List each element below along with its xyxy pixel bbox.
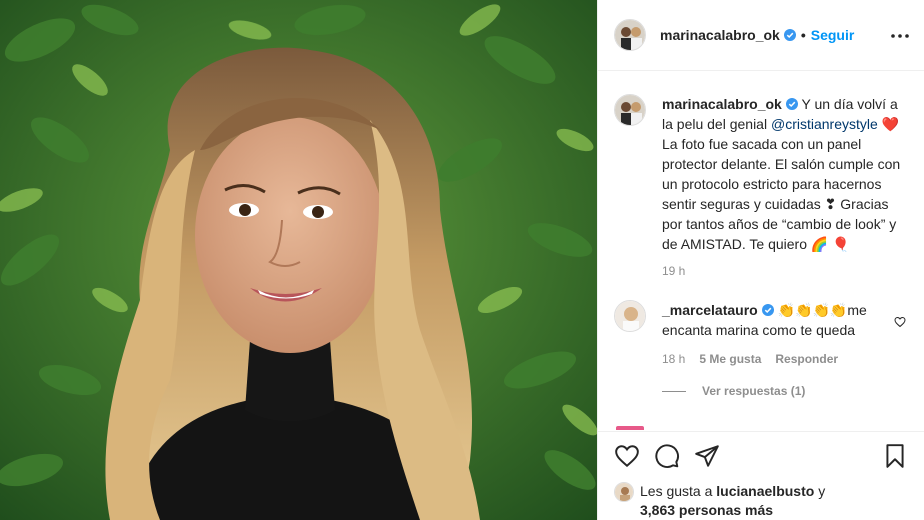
avatar-image xyxy=(615,301,645,331)
avatar-image xyxy=(615,483,633,501)
likes-text: Les gusta a lucianaelbusto y 3,863 perso… xyxy=(640,482,825,520)
post-header: marinacalabro_ok • Seguir xyxy=(598,0,924,71)
caption-author-avatar[interactable] xyxy=(614,94,646,126)
avatar-image xyxy=(615,95,645,125)
caption-username[interactable]: marinacalabro_ok xyxy=(662,96,782,112)
likes-summary: Les gusta a lucianaelbusto y 3,863 perso… xyxy=(614,482,908,520)
replies-divider xyxy=(662,390,686,392)
caption-timestamp: 19 h xyxy=(662,264,686,278)
liker-avatar[interactable] xyxy=(614,482,634,502)
follow-button[interactable]: Seguir xyxy=(811,27,855,43)
view-replies-button[interactable]: Ver respuestas (1) xyxy=(662,384,908,398)
author-avatar[interactable] xyxy=(614,19,646,51)
comment-meta: 18 h 5 Me gusta Responder xyxy=(662,352,892,366)
commenter-avatar[interactable] xyxy=(614,300,646,332)
verified-icon xyxy=(761,304,774,316)
action-icons xyxy=(614,442,908,470)
post-photo[interactable] xyxy=(0,0,597,520)
comments-scroll-area[interactable]: marinacalabro_ok Y un día volví a la pel… xyxy=(598,72,924,430)
post-image xyxy=(0,0,597,520)
share-icon[interactable] xyxy=(694,443,720,469)
reply-button[interactable]: Responder xyxy=(775,352,838,366)
verified-icon xyxy=(783,29,796,41)
author-username[interactable]: marinacalabro_ok xyxy=(660,27,780,43)
post-actions: Les gusta a lucianaelbusto y 3,863 perso… xyxy=(598,431,924,520)
balloon-emoji: 🎈 xyxy=(832,236,850,252)
commenter-username[interactable]: _marcelatauro xyxy=(662,302,758,318)
heart-exclamation-emoji: ❣ xyxy=(824,196,837,212)
view-replies-label: Ver respuestas (1) xyxy=(702,384,806,398)
comment-like-icon[interactable] xyxy=(894,316,906,328)
verified-icon xyxy=(785,98,798,110)
next-comment-avatar-peek xyxy=(616,426,644,430)
save-icon[interactable] xyxy=(882,443,908,469)
likes-prefix: Les gusta a xyxy=(640,483,713,499)
post-panel: marinacalabro_ok • Seguir marinacalabro_… xyxy=(597,0,924,520)
more-options-icon[interactable] xyxy=(888,26,912,46)
header-info: marinacalabro_ok • Seguir xyxy=(660,27,854,43)
separator-dot: • xyxy=(800,27,806,43)
liker-username[interactable]: lucianaelbusto xyxy=(716,483,814,499)
likes-count[interactable]: 3,863 personas más xyxy=(640,502,773,518)
comment-text: _marcelatauro 👏👏👏👏me encanta marina como… xyxy=(662,300,892,340)
heart-emoji: ❤️ xyxy=(881,116,900,132)
instagram-post-modal: marinacalabro_ok • Seguir marinacalabro_… xyxy=(0,0,924,520)
clap-emoji: 👏👏👏👏 xyxy=(777,302,848,318)
avatar-image xyxy=(615,20,645,50)
comment-body: _marcelatauro 👏👏👏👏me encanta marina como… xyxy=(662,300,892,366)
like-icon[interactable] xyxy=(614,443,640,469)
likes-conjunction: y xyxy=(818,483,826,499)
comment-icon[interactable] xyxy=(654,443,680,469)
comment-time: 18 h xyxy=(662,352,686,366)
rainbow-emoji: 🌈 xyxy=(810,236,829,252)
post-caption: marinacalabro_ok Y un día volví a la pel… xyxy=(662,94,908,254)
comment-likes[interactable]: 5 Me gusta xyxy=(699,352,761,366)
caption-row: marinacalabro_ok Y un día volví a la pel… xyxy=(614,94,908,254)
caption-mention-link[interactable]: @cristianreystyle xyxy=(771,116,878,132)
comment-item: _marcelatauro 👏👏👏👏me encanta marina como… xyxy=(614,300,908,366)
